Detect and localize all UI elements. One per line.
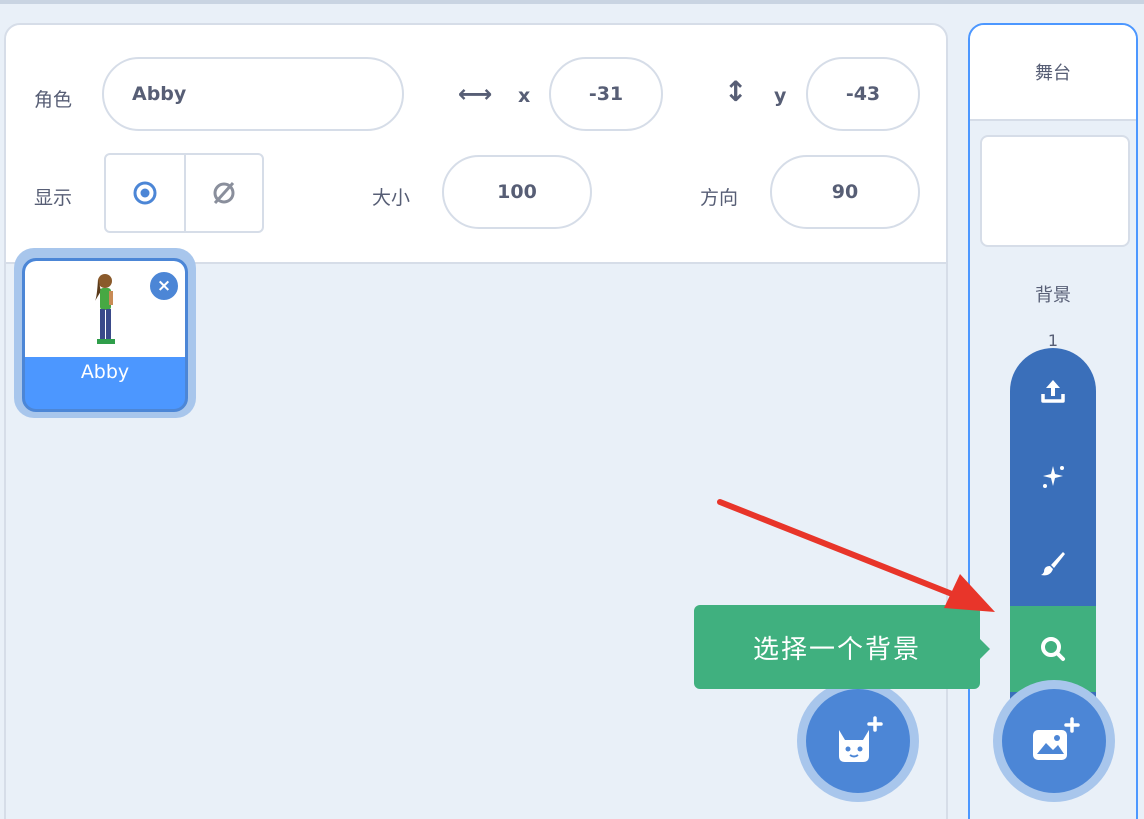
sprite-pane: 角色 Abby ⟷ x -31 ↕ y -43 显示 大小 100 方向 90 — [4, 23, 948, 819]
delete-sprite-button[interactable]: × — [148, 270, 180, 302]
show-label: 显示 — [34, 187, 73, 209]
upload-icon — [1041, 380, 1065, 403]
y-label: y — [774, 85, 787, 107]
paint-backdrop-button[interactable] — [1010, 520, 1096, 606]
tooltip-pointer — [979, 638, 990, 660]
eye-icon — [133, 181, 157, 205]
surprise-icon — [1043, 466, 1064, 488]
sprite-tile-name: Abby — [80, 361, 130, 383]
choose-backdrop-fab[interactable] — [1002, 689, 1106, 793]
y-input[interactable]: -43 — [806, 57, 920, 131]
upload-backdrop-button[interactable] — [1010, 348, 1096, 434]
cat-add-icon — [839, 716, 883, 762]
choose-backdrop-tooltip: 选择一个背景 — [694, 605, 980, 689]
x-label: x — [518, 85, 531, 107]
x-input[interactable]: -31 — [549, 57, 663, 131]
surprise-backdrop-button[interactable] — [1010, 434, 1096, 520]
show-toggle-group — [104, 153, 264, 233]
vertical-arrows-icon: ↕ — [724, 75, 748, 108]
eye-hidden-icon — [213, 181, 235, 205]
show-hidden-button[interactable] — [184, 155, 262, 231]
image-add-icon — [1033, 717, 1080, 760]
backdrops-label: 背景 — [1035, 285, 1071, 306]
search-icon — [1041, 637, 1065, 661]
direction-input[interactable]: 90 — [770, 155, 920, 229]
close-icon: × — [156, 276, 172, 296]
size-input[interactable]: 100 — [442, 155, 592, 229]
top-edge — [0, 0, 1144, 4]
size-label: 大小 — [372, 187, 411, 209]
direction-label: 方向 — [700, 187, 739, 209]
stage-thumbnail[interactable] — [980, 135, 1130, 247]
sprite-label: 角色 — [34, 89, 73, 111]
stage-header: 舞台 — [970, 25, 1136, 121]
show-visible-button[interactable] — [106, 155, 184, 231]
paint-icon — [1041, 552, 1065, 576]
horizontal-arrows-icon: ⟷ — [458, 80, 493, 108]
sprite-info-area: 角色 Abby ⟷ x -31 ↕ y -43 显示 大小 100 方向 90 — [6, 25, 946, 264]
choose-sprite-button[interactable] — [806, 689, 910, 793]
sprite-name-input[interactable]: Abby — [102, 57, 404, 131]
